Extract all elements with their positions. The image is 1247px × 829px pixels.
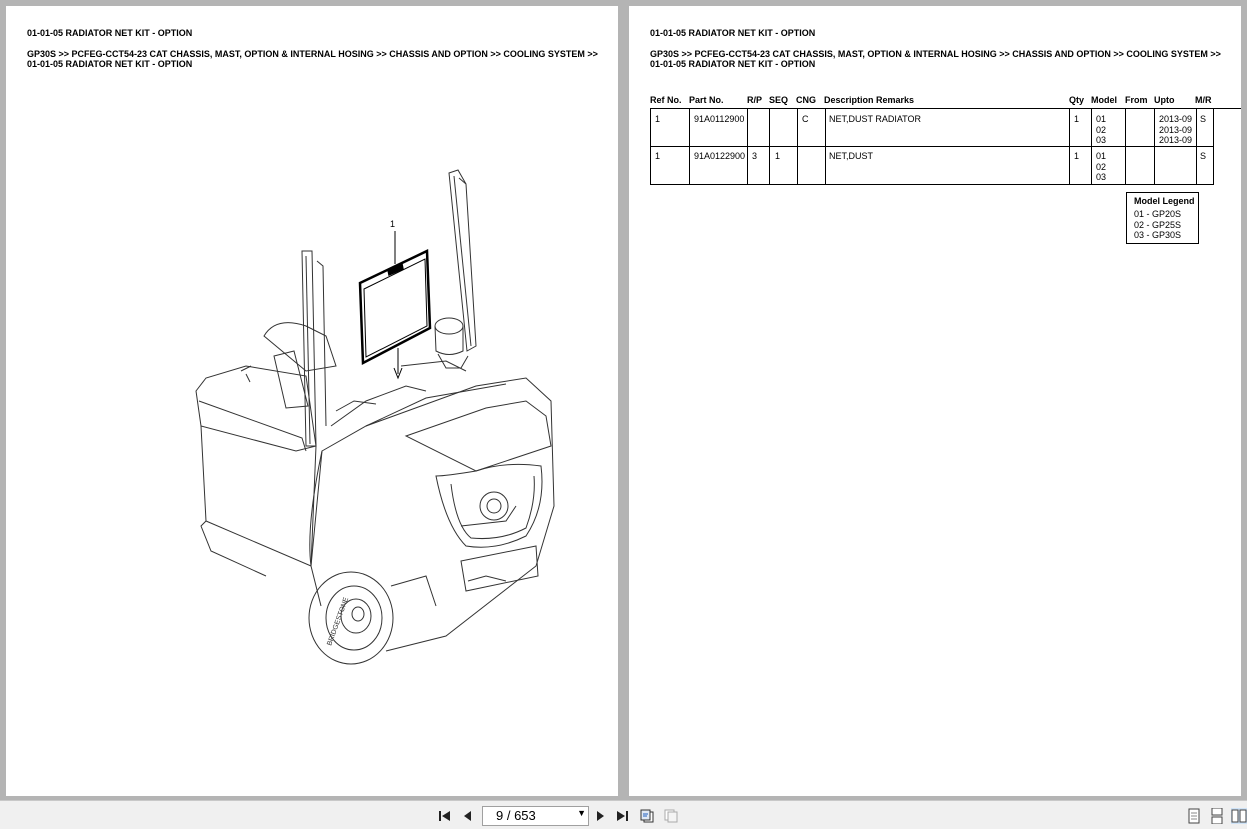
- back-view-icon[interactable]: [639, 808, 655, 824]
- header-ref: Ref No.: [650, 95, 682, 105]
- cell-upto: 2013-09: [1159, 135, 1193, 145]
- cell-model: 02: [1096, 161, 1107, 172]
- cell-qty: 1: [1074, 114, 1080, 124]
- page-indicator: 9 / 653: [496, 808, 536, 823]
- cell-mr: S: [1200, 114, 1207, 124]
- cell-model: 03: [1096, 172, 1107, 182]
- breadcrumb: GP30S >> PCFEG-CCT54-23 CAT CHASSIS, MAS…: [650, 49, 1230, 69]
- continuous-page-icon[interactable]: [1209, 808, 1225, 824]
- cell-desc: NET,DUST: [829, 151, 874, 161]
- cell-mr: S: [1200, 151, 1207, 161]
- header-upto: Upto: [1154, 95, 1175, 105]
- header-cng: CNG: [796, 95, 816, 105]
- last-page-icon[interactable]: [614, 808, 630, 824]
- two-page-icon[interactable]: [1231, 808, 1247, 824]
- header-part: Part No.: [689, 95, 724, 105]
- header-seq: SEQ: [769, 95, 789, 105]
- left-page: 01-01-05 RADIATOR NET KIT - OPTION GP30S…: [6, 6, 618, 796]
- tire-brand: BRIDGESTONE: [326, 596, 350, 646]
- table-header: Ref No. Part No. R/P SEQ CNG Description…: [650, 93, 1240, 109]
- cell-part: 91A0112900: [694, 114, 745, 124]
- header-rp: R/P: [747, 95, 763, 105]
- cell-qty: 1: [1074, 151, 1080, 161]
- cell-cng: C: [802, 114, 809, 124]
- cell-model: 01: [1096, 114, 1107, 124]
- cell-desc: NET,DUST RADIATOR: [829, 114, 922, 124]
- breadcrumb-line: GP30S >> PCFEG-CCT54-23 CAT CHASSIS, MAS…: [650, 49, 1221, 59]
- table-row: 1 91A0122900 3 1 NET,DUST 1 01 02 03 S: [650, 147, 1214, 185]
- header-model: Model: [1091, 95, 1117, 105]
- page-selector[interactable]: 9 / 653 ▼: [482, 806, 589, 826]
- cell-model: 01: [1096, 151, 1107, 161]
- cell-rp: 3: [752, 151, 758, 161]
- viewer-toolbar: 9 / 653 ▼: [0, 800, 1247, 829]
- model-legend: Model Legend 01 - GP20S 02 - GP25S 03 - …: [1126, 192, 1199, 244]
- chevron-down-icon: ▼: [577, 808, 586, 818]
- legend-item: 03 - GP30S: [1134, 230, 1182, 240]
- page-title: 01-01-05 RADIATOR NET KIT - OPTION: [650, 28, 816, 38]
- first-page-icon[interactable]: [437, 808, 453, 824]
- single-page-icon[interactable]: [1186, 808, 1202, 824]
- cell-ref: 1: [655, 114, 661, 124]
- legend-item: 02 - GP25S: [1134, 220, 1182, 230]
- header-desc: Description Remarks: [824, 95, 915, 105]
- cell-seq: 1: [775, 151, 781, 161]
- cell-upto: 2013-09: [1159, 124, 1193, 135]
- previous-page-icon[interactable]: [460, 808, 476, 824]
- forward-view-icon[interactable]: [663, 808, 679, 824]
- cell-model: 03: [1096, 135, 1107, 145]
- header-mr: M/R: [1195, 95, 1212, 105]
- legend-title: Model Legend: [1134, 196, 1195, 206]
- header-from: From: [1125, 95, 1148, 105]
- right-page: 01-01-05 RADIATOR NET KIT - OPTION GP30S…: [629, 6, 1241, 796]
- cell-part: 91A0122900: [694, 151, 746, 161]
- callout-number: 1: [390, 219, 395, 229]
- forklift-illustration: 1 BRIDGESTONE: [195, 169, 555, 665]
- legend-item: 01 - GP20S: [1134, 209, 1182, 219]
- next-page-icon[interactable]: [592, 808, 608, 824]
- cell-ref: 1: [655, 151, 661, 161]
- cell-model: 02: [1096, 124, 1107, 135]
- header-qty: Qty: [1069, 95, 1085, 105]
- cell-upto: 2013-09: [1159, 114, 1193, 124]
- breadcrumb-line: 01-01-05 RADIATOR NET KIT - OPTION: [650, 59, 816, 69]
- table-row: 1 91A0112900 C NET,DUST RADIATOR 1 01 02…: [650, 109, 1214, 147]
